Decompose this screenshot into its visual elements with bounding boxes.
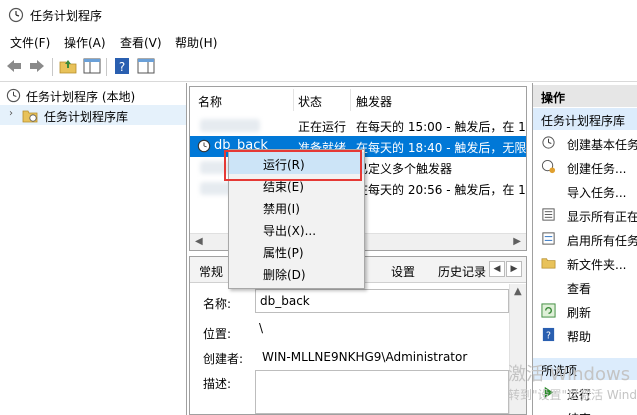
- menu-item-label: 属性(P): [263, 246, 304, 260]
- activation-watermark-subtext: 转到"设置"以激活 Windows: [508, 388, 637, 402]
- context-menu-delete[interactable]: 删除(D): [229, 262, 364, 284]
- navigation-tree: 任务计划程序 (本地) › 任务计划程序库: [0, 83, 187, 415]
- field-label-author: 创建者:: [203, 352, 244, 366]
- toolbar-separator: [106, 58, 107, 76]
- actions-header: 操作: [533, 85, 637, 107]
- task-name-field[interactable]: db_back: [255, 289, 509, 313]
- tree-item-root[interactable]: 任务计划程序 (本地): [0, 85, 186, 105]
- task-trigger: 在每天的 18:40 - 触发后，无限: [356, 141, 527, 155]
- action-help[interactable]: ? 帮助: [533, 324, 637, 346]
- highlight-annotation-box: [224, 150, 362, 181]
- action-label: 查看: [567, 282, 592, 296]
- clock-icon: [6, 88, 21, 103]
- column-divider[interactable]: [350, 89, 351, 111]
- action-label: 刷新: [567, 306, 592, 320]
- menu-item-label: 禁用(I): [263, 202, 300, 216]
- clock-icon: [542, 136, 555, 149]
- menu-file[interactable]: 文件(F): [10, 34, 50, 51]
- tree-item-label: 任务计划程序 (本地): [26, 90, 136, 104]
- action-enable-history[interactable]: 启用所有任务: [533, 228, 637, 250]
- action-create-task[interactable]: 创建任务...: [533, 156, 637, 178]
- scroll-left-icon[interactable]: ◀: [195, 236, 203, 247]
- context-menu-export[interactable]: 导出(X)...: [229, 218, 364, 240]
- column-header-trigger[interactable]: 触发器: [356, 93, 392, 110]
- tab-settings[interactable]: 设置: [391, 263, 415, 280]
- help-book-icon[interactable]: ?: [112, 57, 132, 75]
- help-icon: ?: [542, 327, 555, 341]
- task-status: 正在运行: [298, 120, 347, 134]
- field-label-name: 名称:: [203, 297, 232, 311]
- action-view[interactable]: 查看: [533, 276, 637, 298]
- task-location-value: \: [259, 321, 264, 335]
- task-clock-icon: [197, 139, 211, 153]
- tab-history[interactable]: 历史记录: [438, 263, 486, 280]
- column-divider[interactable]: [293, 89, 294, 111]
- menu-help[interactable]: 帮助(H): [175, 34, 217, 51]
- action-show-running[interactable]: 显示所有正在: [533, 204, 637, 226]
- svg-text:?: ?: [119, 60, 125, 74]
- tree-item-label: 任务计划程序库: [44, 110, 129, 124]
- folder-icon: [541, 258, 556, 269]
- show-hide-tree-icon[interactable]: [82, 57, 102, 75]
- back-arrow-icon[interactable]: [4, 57, 24, 75]
- action-label: 创建基本任务: [567, 138, 637, 152]
- action-refresh[interactable]: 刷新: [533, 300, 637, 322]
- toolbar: ?: [0, 52, 637, 82]
- action-label: 创建任务...: [567, 162, 627, 176]
- refresh-icon: [541, 303, 556, 318]
- actions-section-library[interactable]: 任务计划程序库: [533, 108, 637, 130]
- clock-gear-icon: [541, 159, 556, 174]
- activation-watermark: 激活 Windows: [508, 364, 631, 385]
- toolbar-separator: [52, 58, 53, 76]
- action-label: 显示所有正在: [567, 210, 637, 224]
- field-label-location: 位置:: [203, 327, 232, 341]
- show-hide-action-pane-icon[interactable]: [136, 57, 156, 75]
- action-label: 结束: [567, 410, 591, 415]
- forward-arrow-icon[interactable]: [27, 57, 47, 75]
- folder-clock-icon: [22, 110, 38, 123]
- title-bar: 任务计划程序: [0, 0, 637, 30]
- menu-item-label: 导出(X)...: [263, 224, 317, 238]
- task-trigger: 在每天的 20:56 - 触发后，在 1: [356, 183, 526, 197]
- scroll-up-icon[interactable]: ▲: [514, 286, 522, 297]
- up-folder-icon[interactable]: [58, 57, 78, 75]
- action-label: 帮助: [567, 330, 592, 344]
- list-check-icon: [542, 232, 555, 245]
- tab-scroll-right-icon[interactable]: ▶: [506, 261, 522, 277]
- action-end[interactable]: 结束: [533, 406, 637, 415]
- redacted-name: [200, 119, 260, 132]
- action-label: 启用所有任务: [567, 234, 637, 248]
- field-label-description: 描述:: [203, 377, 232, 391]
- menu-bar: 文件(F) 操作(A) 查看(V) 帮助(H): [0, 30, 637, 52]
- tree-item-library[interactable]: › 任务计划程序库: [0, 105, 186, 125]
- table-row[interactable]: 正在运行 在每天的 15:00 - 触发后，在 1: [190, 115, 526, 136]
- tab-scroll-left-icon[interactable]: ◀: [489, 261, 505, 277]
- list-icon: [542, 208, 555, 221]
- action-create-basic-task[interactable]: 创建基本任务: [533, 132, 637, 154]
- task-author-value: WIN-MLLNE9NKHG9\Administrator: [262, 350, 468, 364]
- action-new-folder[interactable]: 新文件夹...: [533, 252, 637, 274]
- column-header-name[interactable]: 名称: [198, 93, 222, 110]
- menu-action[interactable]: 操作(A): [64, 34, 106, 51]
- chevron-right-icon[interactable]: ›: [9, 108, 13, 119]
- column-header-status[interactable]: 状态: [298, 93, 322, 110]
- context-menu-disable[interactable]: 禁用(I): [229, 196, 364, 218]
- context-menu-properties[interactable]: 属性(P): [229, 240, 364, 262]
- action-label: 导入任务...: [567, 186, 627, 200]
- scroll-right-icon[interactable]: ▶: [513, 236, 521, 247]
- task-trigger: 已定义多个触发器: [356, 162, 453, 176]
- action-label: 新文件夹...: [567, 258, 627, 272]
- menu-item-label: 删除(D): [263, 268, 306, 282]
- tab-general[interactable]: 常规: [199, 263, 223, 280]
- svg-text:?: ?: [546, 330, 551, 341]
- task-scheduler-icon: [8, 7, 24, 23]
- action-import-task[interactable]: 导入任务...: [533, 180, 637, 202]
- menu-view[interactable]: 查看(V): [120, 34, 162, 51]
- window-title: 任务计划程序: [30, 9, 103, 23]
- task-trigger: 在每天的 15:00 - 触发后，在 1: [356, 120, 526, 134]
- task-description-field[interactable]: [255, 370, 509, 414]
